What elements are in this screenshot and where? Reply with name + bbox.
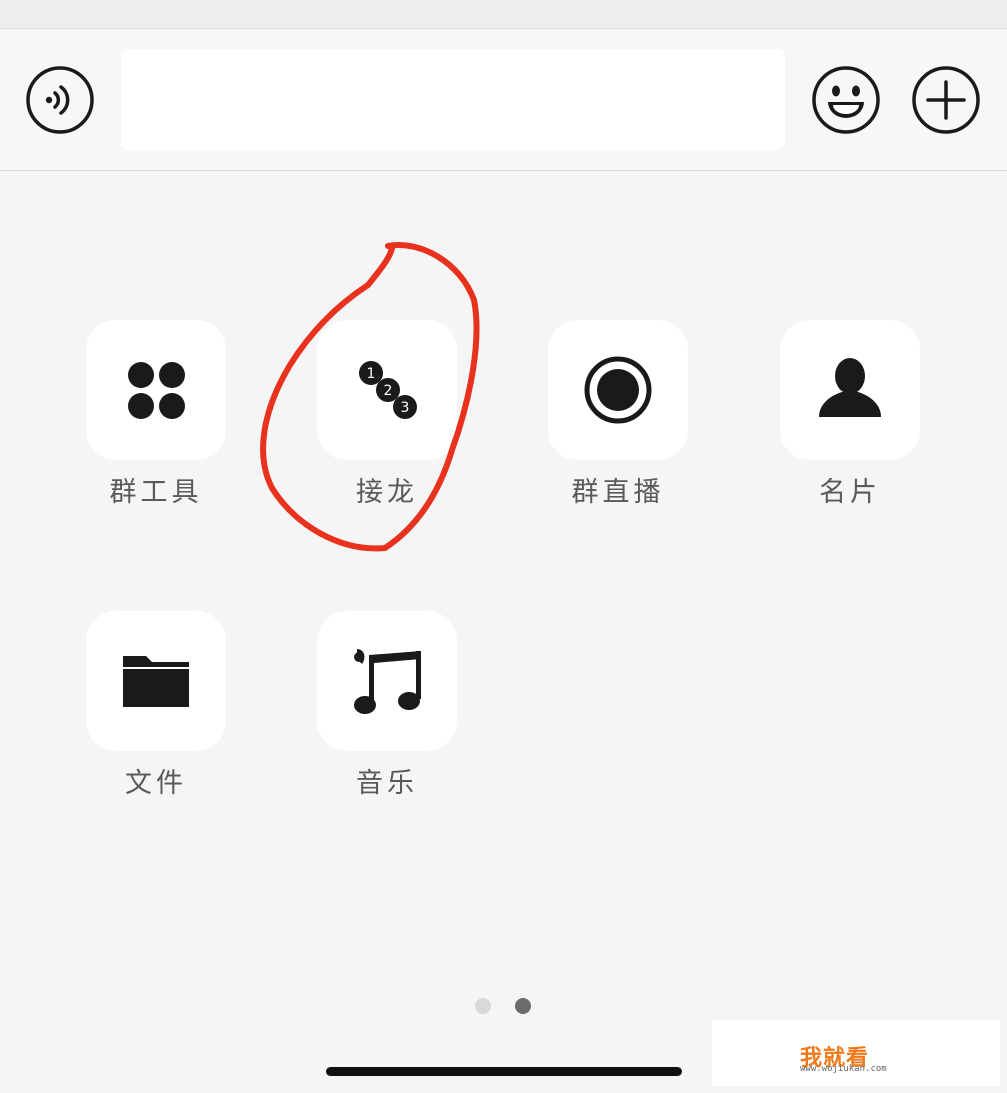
tool-group-tools[interactable]: 群工具: [86, 320, 226, 508]
record-icon: [584, 356, 652, 424]
group-tools-button[interactable]: [86, 320, 226, 460]
music-icon: [354, 649, 421, 714]
plus-icon: [912, 66, 980, 134]
emoji-icon: [812, 66, 880, 134]
solitaire-button[interactable]: 1 2 3: [317, 320, 457, 460]
tool-group-live[interactable]: 群直播: [548, 320, 688, 508]
chat-input-bar: [0, 29, 1007, 171]
emoji-button[interactable]: [811, 65, 881, 135]
status-area: [0, 0, 1007, 29]
watermark: 我就看 www.wojiukan.com: [712, 1020, 1000, 1086]
message-input[interactable]: [121, 49, 785, 150]
more-button[interactable]: [911, 65, 981, 135]
tool-label: 群工具: [109, 477, 203, 508]
numbered-list-icon: 1 2 3: [359, 361, 417, 419]
music-button[interactable]: [317, 611, 457, 751]
home-indicator[interactable]: [326, 1067, 682, 1076]
more-functions-panel: 群工具 1 2 3 接龙 群直播 名片 文件 音乐: [0, 171, 1007, 1093]
tool-label: 音乐: [356, 768, 418, 799]
tool-file[interactable]: 文件: [86, 611, 226, 799]
tool-label: 名片: [819, 477, 881, 508]
badge-1: 1: [367, 366, 376, 382]
tool-label: 群直播: [571, 477, 665, 508]
page-dot-1[interactable]: [475, 998, 491, 1014]
tool-solitaire[interactable]: 1 2 3 接龙: [317, 320, 457, 508]
voice-button[interactable]: [25, 65, 95, 135]
watermark-url: www.wojiukan.com: [800, 1064, 887, 1074]
badge-2: 2: [384, 383, 393, 399]
tool-business-card[interactable]: 名片: [780, 320, 920, 508]
person-icon: [819, 358, 881, 417]
group-live-button[interactable]: [548, 320, 688, 460]
folder-icon: [123, 656, 189, 707]
page-dot-2-active[interactable]: [515, 998, 531, 1014]
tool-music[interactable]: 音乐: [317, 611, 457, 799]
business-card-button[interactable]: [780, 320, 920, 460]
tool-label: 文件: [125, 768, 187, 799]
file-button[interactable]: [86, 611, 226, 751]
badge-3: 3: [401, 400, 410, 416]
voice-icon: [26, 66, 94, 134]
four-dots-icon: [128, 362, 185, 419]
tool-label: 接龙: [356, 477, 418, 508]
page-indicator: [0, 998, 1007, 1014]
